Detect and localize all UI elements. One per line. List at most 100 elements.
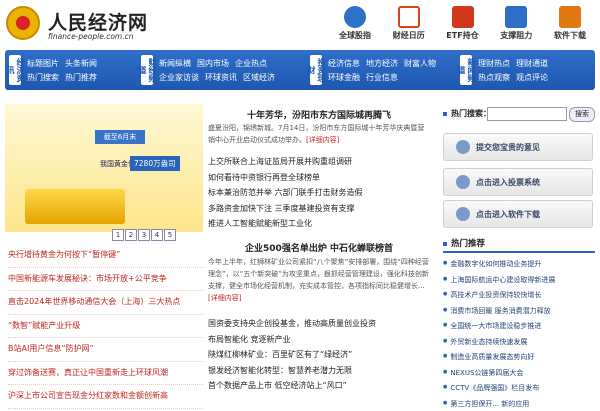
nav-links: 经济信息地方经济财富人物 环球金融行业信息 xyxy=(328,57,442,85)
list-item[interactable]: 国资委支持央企创投基金，推动高质量创业投资 xyxy=(208,316,430,332)
nav-section-finance: 财经频道 新闻纵横国内市场企业热点 企业家访谈环球资讯区域经济 xyxy=(141,50,306,90)
headline-1[interactable]: 十年芳华，汾阳市东方国际城再腾飞 xyxy=(208,108,430,121)
support-icon xyxy=(505,6,527,28)
nav-tag: 经济资讯 xyxy=(9,55,21,85)
list-item[interactable]: “数智”赋能产业升级 xyxy=(8,315,204,339)
nav-links: 理财热点理财通道 热点观察观点评论 xyxy=(478,57,554,85)
bullet-icon xyxy=(443,112,447,116)
logo-name: 人民经济网 xyxy=(48,8,148,35)
list-item[interactable]: 首个数据产品上市 低空经济站上“风口” xyxy=(208,378,430,394)
nav-link[interactable]: 观点评论 xyxy=(516,73,548,82)
nav-link[interactable]: 环球资讯 xyxy=(205,73,237,82)
nav-link[interactable]: 热门推荐 xyxy=(65,73,97,82)
nav-link[interactable]: 热点观察 xyxy=(478,73,510,82)
nav-tag: 投资理财 xyxy=(310,55,322,85)
download-icon xyxy=(456,207,470,221)
summary-2: 今年上半年，红狮林矿业公司紧扣“八个聚焦”安排部署，围绕“四种经营理念”，以“五… xyxy=(208,256,430,304)
button-label: 点击进入投票系统 xyxy=(476,177,540,188)
search-input[interactable] xyxy=(487,107,567,121)
pager-item[interactable]: 5 xyxy=(164,229,176,241)
list-item[interactable]: 外贸新业态持续快速发展 xyxy=(443,334,595,350)
toolbar-support[interactable]: 支撑阻力 xyxy=(491,6,541,48)
list-item[interactable]: 穿过饰备送赛，真正让中国重新走上环球风潮 xyxy=(8,362,204,386)
list-item[interactable]: 全国统一大市场建设稳步推进 xyxy=(443,318,595,334)
banner-amount: 7280万盎司 xyxy=(130,156,180,171)
nav-link[interactable]: 企业家访谈 xyxy=(159,73,199,82)
search-button[interactable]: 搜索 xyxy=(569,107,595,122)
nav-tag: 财经频道 xyxy=(141,55,153,85)
download-icon xyxy=(559,6,581,28)
list-item[interactable]: 陕煤红柳林矿业：百里矿区有了“绿经济” xyxy=(208,347,430,363)
headline-banner[interactable]: 截至6月末 我国黄金储备为 7280万盎司 xyxy=(5,104,203,232)
headline-2[interactable]: 企业500强名单出炉 中石化蝉联榜首 xyxy=(208,241,430,254)
nav-section-invest: 投资理财 经济信息地方经济财富人物 环球金融行业信息 xyxy=(310,50,455,90)
list-item[interactable]: 推进人工智能赋能新型工业化 xyxy=(208,216,430,232)
pager-item[interactable]: 1 xyxy=(112,229,124,241)
list-item[interactable]: 直击2024年世界移动通信大会（上海）三大热点 xyxy=(8,291,204,315)
toolbar-global-index[interactable]: 全球股指 xyxy=(330,6,380,48)
nav-section-news: 经济资讯 标题图片头条新闻 热门搜索热门推荐 xyxy=(9,50,134,90)
logo-url: finance-people.com.cn xyxy=(48,32,133,41)
nav-link[interactable]: 行业信息 xyxy=(366,73,398,82)
site-logo[interactable]: 人民经济网 finance-people.com.cn xyxy=(6,6,156,46)
hot-search-text: 热门搜索： xyxy=(451,109,491,118)
nav-link[interactable]: 热门搜索 xyxy=(27,73,59,82)
list-item[interactable]: 中国新能源车发展秘诀：市场开放+公平竞争 xyxy=(8,268,204,292)
calendar-icon xyxy=(398,6,420,28)
list-item[interactable]: 上海国际航运中心建设取得新进展 xyxy=(443,272,595,288)
summary-text: 今年上半年，红狮林矿业公司紧扣“八个聚焦”安排部署，围绕“四种经营理念”，以“五… xyxy=(208,258,429,290)
bullet-icon xyxy=(443,242,447,246)
nav-tag: 新闻频道 xyxy=(460,55,472,85)
software-download-button[interactable]: 点击进入软件下载 xyxy=(443,200,593,228)
nav-link[interactable]: 国内市场 xyxy=(197,59,229,68)
pager-item[interactable]: 2 xyxy=(125,229,137,241)
nav-link[interactable]: 经济信息 xyxy=(328,59,360,68)
center-news-list-2: 国资委支持央企创投基金，推动高质量创业投资 布局智能化 竞逐新产业 陕煤红柳林矿… xyxy=(208,316,430,394)
toolbar-etf[interactable]: ETF持仓 xyxy=(438,6,488,48)
nav-link[interactable]: 企业热点 xyxy=(235,59,267,68)
list-item[interactable]: 上交所联合上海证监局开展并购重组调研 xyxy=(208,154,430,170)
detail-link[interactable]: [详细内容] xyxy=(208,294,241,302)
list-item[interactable]: 消费市场回暖 服务消费潜力释放 xyxy=(443,303,595,319)
list-item[interactable]: 多路资金加快下注 三季度基建投资有支撑 xyxy=(208,201,430,217)
list-item[interactable]: 标本兼治防范并举 六部门联手打击财务造假 xyxy=(208,185,430,201)
list-item[interactable]: 央行增持黄金为何按下“暂停键” xyxy=(8,244,204,268)
nav-link[interactable]: 地方经济 xyxy=(366,59,398,68)
list-item[interactable]: 布局智能化 竞逐新产业 xyxy=(208,332,430,348)
nav-link[interactable]: 新闻纵横 xyxy=(159,59,191,68)
toolbar-download[interactable]: 软件下载 xyxy=(545,6,595,48)
nav-link[interactable]: 环球金融 xyxy=(328,73,360,82)
pager-item[interactable]: 4 xyxy=(151,229,163,241)
detail-link[interactable]: [详细内容] xyxy=(306,136,339,144)
feedback-button[interactable]: 提交您宝贵的意见 xyxy=(443,133,593,161)
nav-link[interactable]: 理财热点 xyxy=(478,59,510,68)
list-item[interactable]: 第三方担保开... 新的应用 xyxy=(443,396,595,411)
left-news-list: 央行增持黄金为何按下“暂停键” 中国新能源车发展秘诀：市场开放+公平竞争 直击2… xyxy=(8,244,204,409)
nav-link[interactable]: 理财通道 xyxy=(516,59,548,68)
nav-link[interactable]: 头条新闻 xyxy=(65,59,97,68)
nav-link[interactable]: 财富人物 xyxy=(404,59,436,68)
nav-link[interactable]: 区域经济 xyxy=(243,73,275,82)
nav-section-channel: 新闻频道 理财热点理财通道 热点观察观点评论 xyxy=(460,50,590,90)
vote-button[interactable]: 点击进入投票系统 xyxy=(443,168,593,196)
list-item[interactable]: B站AI用户信息“防护网” xyxy=(8,338,204,362)
list-item[interactable]: 沪深上市公司宣告现金分红家数和金额创新高 xyxy=(8,385,204,409)
recommend-title-text: 热门推荐 xyxy=(451,239,485,249)
list-item[interactable]: 高技术产业投资保持较快增长 xyxy=(443,287,595,303)
list-item[interactable]: NEXUS公链第四届大会 xyxy=(443,365,595,381)
logo-emblem-icon xyxy=(6,6,40,40)
toolbar-calendar[interactable]: 财经日历 xyxy=(384,6,434,48)
pager-item[interactable]: 3 xyxy=(138,229,150,241)
list-item[interactable]: 如何看待中资银行再登全球榜单 xyxy=(208,170,430,186)
center-news-list-1: 上交所联合上海证监局开展并购重组调研 如何看待中资银行再登全球榜单 标本兼治防范… xyxy=(208,154,430,232)
list-item[interactable]: CCTV《品牌强国》栏目发布 xyxy=(443,380,595,396)
list-item[interactable]: 制造业高质量发展态势向好 xyxy=(443,349,595,365)
list-item[interactable]: 金融数字化如何推动业务提升 xyxy=(443,256,595,272)
hot-search: 热门搜索： 搜索 xyxy=(443,107,595,121)
list-item[interactable]: 银发经济智能化转型：智慧养老潜力无限 xyxy=(208,363,430,379)
toolbar-label: 支撑阻力 xyxy=(491,30,541,41)
banner-heading: 截至6月末 xyxy=(95,130,145,144)
nav-link[interactable]: 标题图片 xyxy=(27,59,59,68)
nav-links: 新闻纵横国内市场企业热点 企业家访谈环球资讯区域经济 xyxy=(159,57,281,85)
summary-1: 盛夏汾阳，锦绣新城。7月14日，汾阳市东方国际城十年芳华庆典暨营销中心开业启动仪… xyxy=(208,122,430,146)
